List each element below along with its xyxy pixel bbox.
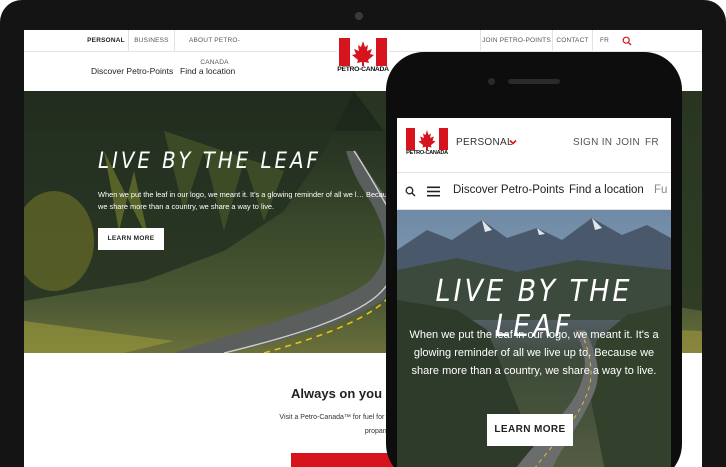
top-link-join[interactable]: JOIN PETRO-POINTS <box>480 30 552 52</box>
hero-body: When we put the leaf in our logo, we mea… <box>409 329 659 377</box>
fr-link[interactable]: FR <box>645 137 659 148</box>
hero-body: When we put the leaf in our logo, we mea… <box>98 190 395 211</box>
logo-wordmark: PETRO-CANADA <box>406 150 448 156</box>
search-icon[interactable] <box>405 186 416 197</box>
laptop-camera <box>355 12 363 20</box>
phone-device: PETRO-CANADA PERSONAL SIGN IN JOIN FR Di… <box>386 52 682 467</box>
top-link-about[interactable]: ABOUT PETRO-CANADA <box>174 30 254 66</box>
join-link[interactable]: JOIN <box>616 137 640 148</box>
section-title: Always on you <box>291 386 383 401</box>
hamburger-menu-icon[interactable] <box>427 186 440 197</box>
learn-more-button[interactable]: LEARN MORE <box>98 228 164 250</box>
personal-dropdown[interactable]: PERSONAL <box>456 137 513 148</box>
search-icon[interactable] <box>622 36 632 46</box>
phone-speaker <box>508 79 560 84</box>
top-link-fr[interactable]: FR <box>592 30 616 52</box>
nav-find-location[interactable]: Find a location <box>569 184 644 196</box>
mobile-nav-bar: Discover Petro-Points Find a location Fu <box>397 173 671 210</box>
sign-in-link[interactable]: SIGN IN <box>573 137 612 148</box>
mobile-header: PETRO-CANADA PERSONAL SIGN IN JOIN FR <box>397 118 671 173</box>
nav-find-location[interactable]: Find a location <box>180 66 235 76</box>
nav-discover-petro-points[interactable]: Discover Petro-Points <box>453 184 564 196</box>
petro-canada-logo[interactable]: PETRO-CANADA <box>406 128 448 160</box>
top-link-business[interactable]: BUSINESS <box>128 30 174 52</box>
chevron-down-icon[interactable] <box>509 138 517 146</box>
mobile-hero: LIVE BY THE LEAF When we put the leaf in… <box>397 210 671 467</box>
top-link-personal[interactable]: PERSONAL <box>84 30 128 52</box>
nav-item-truncated[interactable]: Fu <box>654 184 667 196</box>
mobile-screen: PETRO-CANADA PERSONAL SIGN IN JOIN FR Di… <box>397 118 671 467</box>
top-link-contact[interactable]: CONTACT <box>552 30 592 52</box>
phone-camera <box>488 78 495 85</box>
nav-discover-petro-points[interactable]: Discover Petro-Points <box>91 66 173 76</box>
logo-wordmark: PETRO-CANADA <box>337 66 389 73</box>
learn-more-button[interactable]: LEARN MORE <box>487 414 573 446</box>
hero-title: LIVE BY THE LEAF <box>98 149 321 174</box>
petro-canada-logo[interactable]: PETRO-CANADA <box>337 38 389 78</box>
